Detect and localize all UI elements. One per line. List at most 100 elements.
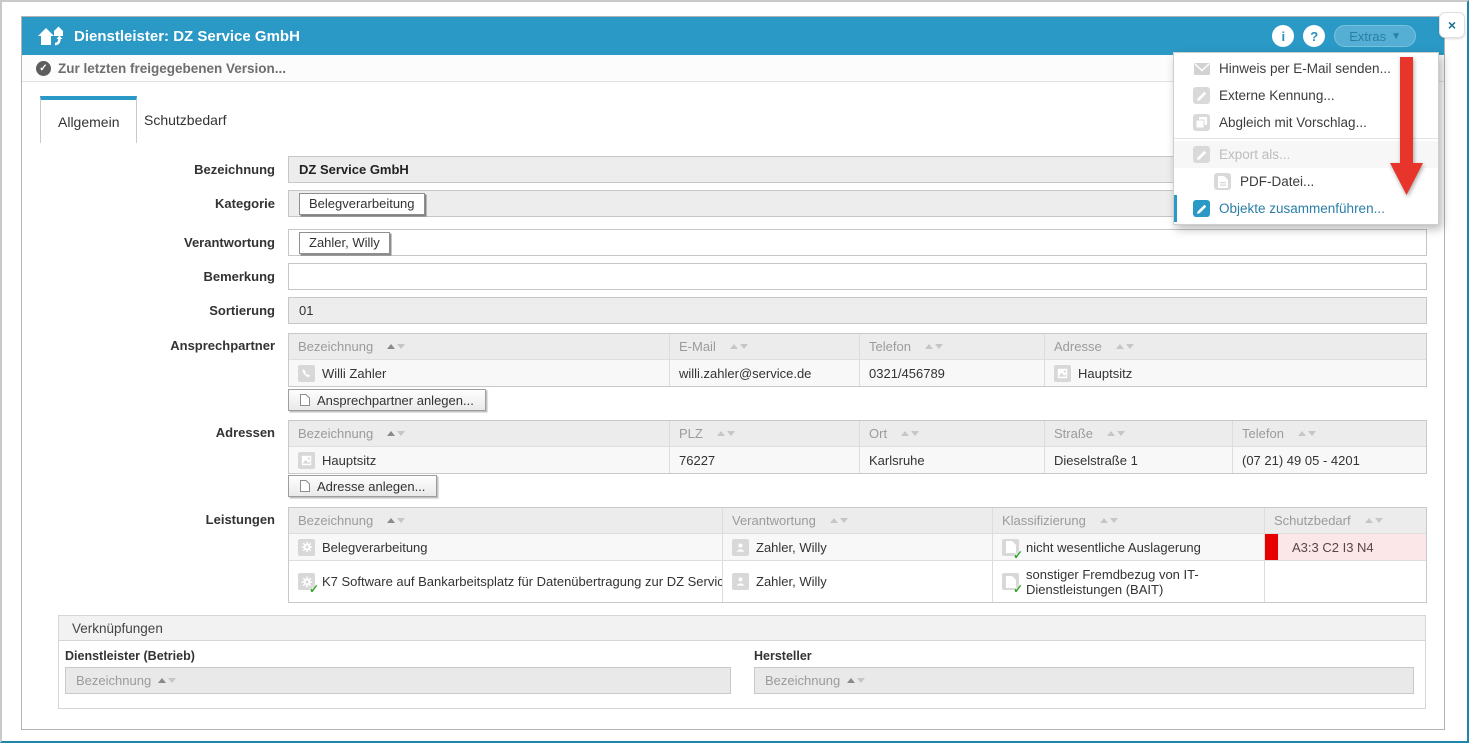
col-header-plz[interactable]: PLZ <box>669 421 859 446</box>
close-icon: × <box>1448 17 1456 33</box>
classification-doc-icon <box>1002 573 1019 590</box>
sort-icons[interactable] <box>1116 344 1134 349</box>
table-row[interactable]: Belegverarbeitung Zahler, Willy nicht we… <box>289 533 1426 560</box>
sort-icons[interactable] <box>158 678 176 683</box>
kategorie-label: Kategorie <box>63 196 275 211</box>
classification-doc-icon <box>1002 539 1019 556</box>
verknuepfungen-title: Verknüpfungen <box>59 616 1425 641</box>
sort-icons[interactable] <box>387 431 405 436</box>
picture-icon <box>298 452 315 469</box>
picture-icon <box>1054 365 1071 382</box>
document-icon <box>300 394 310 406</box>
schutzbedarf-badge: A3:3 C2 I3 N4 <box>1264 534 1426 560</box>
dienstleister-icon <box>36 24 64 48</box>
menu-separator <box>1174 138 1438 139</box>
verantwortung-chip[interactable]: Zahler, Willy <box>299 232 390 254</box>
table-row[interactable]: K7 Software auf Bankarbeitsplatz für Dat… <box>289 560 1426 602</box>
edit-icon <box>1193 87 1210 104</box>
leistungen-label: Leistungen <box>63 512 275 527</box>
adresse-anlegen-button[interactable]: Adresse anlegen... <box>288 475 437 497</box>
col-header-ort[interactable]: Ort <box>859 421 1044 446</box>
sortierung-label: Sortierung <box>63 303 275 318</box>
sort-icons[interactable] <box>730 344 748 349</box>
page-title: Dienstleister: DZ Service GmbH <box>74 28 300 45</box>
leistungen-header-row: Bezeichnung Verantwortung Klassifizierun… <box>289 508 1426 533</box>
col-header-telefon[interactable]: Telefon <box>859 334 1044 359</box>
sort-icons[interactable] <box>387 344 405 349</box>
col-header-telefon[interactable]: Telefon <box>1232 421 1426 446</box>
ansprechpartner-anlegen-button[interactable]: Ansprechpartner anlegen... <box>288 389 486 411</box>
pdf-file-icon <box>1214 173 1231 190</box>
sort-icons[interactable] <box>1298 431 1316 436</box>
titlebar-actions: i ? Extras ▼ <box>1272 25 1430 47</box>
table-row[interactable]: Hauptsitz 76227 Karlsruhe Dieselstraße 1… <box>289 446 1426 473</box>
verknuepfungen-section: Verknüpfungen Dienstleister (Betrieb) Be… <box>58 615 1426 709</box>
kategorie-chip[interactable]: Belegverarbeitung <box>299 193 425 215</box>
sort-icons[interactable] <box>847 678 865 683</box>
ansprechpartner-label: Ansprechpartner <box>63 338 275 353</box>
col-header-verantwortung[interactable]: Verantwortung <box>722 508 992 533</box>
menu-item-objekte-zusammenfuehren[interactable]: Objekte zusammenführen... <box>1174 195 1438 222</box>
tab-allgemein-label: Allgemein <box>58 114 119 130</box>
sort-icons[interactable] <box>1365 518 1383 523</box>
col-header-klassifizierung[interactable]: Klassifizierung <box>992 508 1264 533</box>
leistungen-table: Bezeichnung Verantwortung Klassifizierun… <box>288 507 1427 603</box>
adressen-table: Bezeichnung PLZ Ort Straße Telefon <box>288 420 1427 474</box>
col-header-bezeichnung[interactable]: Bezeichnung <box>289 334 669 359</box>
copy-icon <box>1193 114 1210 131</box>
hersteller-table-header[interactable]: Bezeichnung <box>754 667 1414 694</box>
tab-schutzbedarf-label: Schutzbedarf <box>144 112 227 128</box>
bemerkung-field[interactable] <box>288 263 1427 290</box>
col-header-bezeichnung[interactable]: Bezeichnung <box>289 508 722 533</box>
col-header-bezeichnung[interactable]: Bezeichnung <box>289 421 669 446</box>
person-icon <box>732 573 749 590</box>
extras-dropdown-menu: Hinweis per E-Mail senden... Externe Ken… <box>1173 52 1439 225</box>
chevron-down-icon: ▼ <box>1391 31 1401 42</box>
verantwortung-label: Verantwortung <box>63 235 275 250</box>
sort-icons[interactable] <box>925 344 943 349</box>
ansprechpartner-table: Bezeichnung E-Mail Telefon Adresse Wi <box>288 333 1427 387</box>
extras-label: Extras <box>1349 29 1386 44</box>
person-icon <box>732 539 749 556</box>
tab-schutzbedarf[interactable]: Schutzbedarf <box>126 96 245 143</box>
title-bar: Dienstleister: DZ Service GmbH i ? Extra… <box>22 17 1444 55</box>
table-row[interactable]: Willi Zahler willi.zahler@service.de 032… <box>289 359 1426 386</box>
adressen-label: Adressen <box>63 425 275 440</box>
dienstleister-betrieb-label: Dienstleister (Betrieb) <box>65 649 195 663</box>
menu-item-pdf-datei[interactable]: PDF-Datei... <box>1174 168 1438 195</box>
sort-icons[interactable] <box>1107 431 1125 436</box>
bezeichnung-label: Bezeichnung <box>63 162 275 177</box>
page: { "window": { "title": "Dienstleister: D… <box>0 0 1469 743</box>
sort-icons[interactable] <box>901 431 919 436</box>
gear-icon <box>298 539 315 556</box>
verantwortung-field[interactable]: Zahler, Willy <box>288 229 1427 256</box>
close-button[interactable]: × <box>1439 12 1465 38</box>
col-header-adresse[interactable]: Adresse <box>1044 334 1426 359</box>
col-header-schutzbedarf[interactable]: Schutzbedarf <box>1264 508 1426 533</box>
info-button[interactable]: i <box>1272 25 1294 47</box>
extras-button[interactable]: Extras ▼ <box>1334 25 1416 47</box>
merge-edit-icon <box>1193 200 1210 217</box>
document-icon <box>300 480 310 492</box>
col-header-email[interactable]: E-Mail <box>669 334 859 359</box>
bemerkung-label: Bemerkung <box>63 269 275 284</box>
envelope-icon <box>1193 60 1210 77</box>
check-circle-icon: ✓ <box>36 61 51 76</box>
col-header-strasse[interactable]: Straße <box>1044 421 1232 446</box>
menu-item-externe-kennung[interactable]: Externe Kennung... <box>1174 82 1438 109</box>
menu-item-export-als: Export als... <box>1174 141 1438 168</box>
sortierung-field[interactable]: 01 <box>288 297 1427 324</box>
ansprechpartner-header-row: Bezeichnung E-Mail Telefon Adresse <box>289 334 1426 359</box>
menu-item-hinweis-email[interactable]: Hinweis per E-Mail senden... <box>1174 55 1438 82</box>
sort-icons[interactable] <box>717 431 735 436</box>
dienstleister-betrieb-table-header[interactable]: Bezeichnung <box>65 667 731 694</box>
tab-allgemein[interactable]: Allgemein <box>40 96 137 143</box>
menu-item-abgleich-vorschlag[interactable]: Abgleich mit Vorschlag... <box>1174 109 1438 136</box>
version-link-label: Zur letzten freigegebenen Version... <box>58 61 286 76</box>
hersteller-label: Hersteller <box>754 649 812 663</box>
help-button[interactable]: ? <box>1303 25 1325 47</box>
sort-icons[interactable] <box>830 518 848 523</box>
gear-icon <box>298 573 315 590</box>
sort-icons[interactable] <box>1100 518 1118 523</box>
sort-icons[interactable] <box>387 518 405 523</box>
